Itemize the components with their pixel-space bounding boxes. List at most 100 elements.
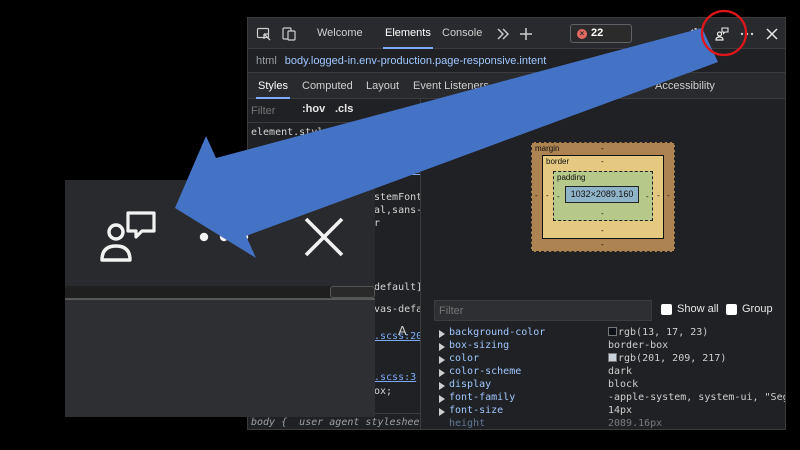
- subtab-styles[interactable]: Styles: [252, 73, 294, 99]
- error-badge[interactable]: × 22: [570, 24, 632, 43]
- subtab-accessibility[interactable]: Accessibility: [649, 73, 721, 99]
- inspect-icon[interactable]: [256, 26, 272, 42]
- subtab-event-listeners[interactable]: Event Listeners: [407, 73, 495, 99]
- property-name: box-sizing: [449, 340, 510, 351]
- box-model-content[interactable]: 1032×2089.160: [565, 186, 639, 203]
- property-name: display: [449, 379, 492, 390]
- expand-triangle-icon[interactable]: [439, 408, 445, 416]
- ua-selector: body {: [251, 417, 288, 428]
- show-all-label: Show all: [677, 303, 719, 315]
- breadcrumb-html[interactable]: html: [256, 55, 277, 67]
- subtab-properties[interactable]: Properties: [585, 73, 647, 99]
- expand-triangle-icon[interactable]: [439, 356, 445, 364]
- zoomed-subtab-area: [65, 298, 375, 417]
- feedback-icon[interactable]: [714, 26, 730, 42]
- zoomed-toolbar: [65, 180, 375, 285]
- feedback-icon[interactable]: [98, 210, 160, 262]
- color-swatch-icon[interactable]: [608, 327, 617, 336]
- tab-elements[interactable]: Elements: [377, 18, 439, 49]
- computed-property-row[interactable]: background-color rgb(13, 17, 23): [431, 327, 785, 340]
- expand-triangle-icon[interactable]: [439, 330, 445, 338]
- font-editor-icon[interactable]: A: [399, 147, 408, 162]
- property-value: block: [608, 379, 639, 390]
- rule-source-link[interactable]: .scss:3: [374, 372, 416, 383]
- property-value: rgb(13, 17, 23): [608, 327, 708, 338]
- settings-icon[interactable]: [688, 26, 704, 42]
- zoomed-scrollbar: [330, 286, 375, 298]
- computed-property-row[interactable]: font-family -apple-system, system-ui, "S…: [431, 392, 785, 405]
- expand-triangle-icon[interactable]: [439, 382, 445, 390]
- property-value: rgb(201, 209, 217): [608, 353, 726, 364]
- padding-left-value: -: [557, 192, 560, 201]
- property-name: font-size: [449, 405, 504, 416]
- tab-console[interactable]: Console: [434, 18, 490, 49]
- code-text: al,sans-: [374, 205, 421, 216]
- subtab-computed[interactable]: Computed: [296, 73, 359, 99]
- computed-property-row[interactable]: display block: [431, 379, 785, 392]
- border-top-value: -: [601, 157, 604, 166]
- hov-button[interactable]: :hov: [302, 103, 325, 115]
- error-count: 22: [591, 27, 604, 39]
- show-all-checkbox[interactable]: [661, 304, 672, 315]
- box-model-margin[interactable]: margin - - - - border - - - - padding - …: [531, 142, 675, 252]
- box-model-padding[interactable]: padding - - - 1032×2089.160: [553, 171, 653, 221]
- box-model-border[interactable]: border - - - - padding - - - 1032×2089.1…: [542, 155, 664, 239]
- color-swatch-icon[interactable]: [608, 353, 617, 362]
- zoomed-separator: [65, 286, 375, 298]
- styles-filter-row: :hov .cls: [248, 99, 420, 123]
- element-style-rule: element.style: [251, 127, 329, 138]
- ua-label: user agent stylesheet: [299, 417, 421, 428]
- margin-label: margin: [535, 144, 560, 153]
- cls-button[interactable]: .cls: [335, 103, 353, 115]
- tab-welcome[interactable]: Welcome: [309, 18, 371, 49]
- property-value: dark: [608, 366, 633, 377]
- more-options-icon[interactable]: [195, 230, 255, 244]
- subtab-layout[interactable]: Layout: [360, 73, 405, 99]
- computed-filter-input[interactable]: [434, 300, 652, 321]
- more-options-icon[interactable]: [739, 26, 755, 42]
- property-value: 2089.16px: [608, 418, 663, 429]
- property-name: background-color: [449, 327, 546, 338]
- add-tab-icon[interactable]: [518, 26, 534, 42]
- border-label: border: [546, 157, 570, 166]
- zoomed-divider: [65, 299, 375, 300]
- border-bottom-value: -: [601, 226, 604, 235]
- padding-right-value: -: [646, 192, 649, 201]
- code-text: stemFont: [374, 192, 421, 203]
- computed-property-row[interactable]: color rgb(201, 209, 217): [431, 353, 785, 366]
- computed-property-row[interactable]: font-size 14px: [431, 405, 785, 418]
- zoomed-toolbar-inset: [65, 180, 375, 417]
- margin-bottom-value: -: [601, 240, 604, 249]
- expand-triangle-icon[interactable]: [439, 395, 445, 403]
- more-tabs-icon[interactable]: [495, 26, 511, 42]
- styles-filter-input[interactable]: [251, 102, 289, 120]
- close-icon[interactable]: [764, 26, 780, 42]
- padding-bottom-value: -: [601, 209, 604, 218]
- padding-label: padding: [557, 173, 586, 182]
- computed-property-row[interactable]: color-scheme dark: [431, 366, 785, 379]
- device-emulation-icon[interactable]: [281, 26, 297, 42]
- dom-breadcrumb: html body.logged-in.env-production.page-r…: [248, 49, 785, 73]
- margin-right-value: -: [667, 191, 670, 200]
- property-name: color: [449, 353, 480, 364]
- property-name: height: [449, 418, 486, 429]
- group-checkbox[interactable]: [726, 304, 737, 315]
- expand-triangle-icon[interactable]: [439, 369, 445, 377]
- border-left-value: -: [546, 191, 549, 200]
- code-text: ox;: [374, 386, 393, 397]
- computed-property-row[interactable]: box-sizing border-box: [431, 340, 785, 353]
- element-style-selector[interactable]: element.style: [251, 127, 329, 138]
- close-icon[interactable]: [303, 216, 345, 258]
- expand-triangle-icon[interactable]: [439, 343, 445, 351]
- rule-source-link[interactable]: .scss:20: [374, 331, 420, 342]
- rule-source-link[interactable]: base.scss:16: [348, 165, 420, 176]
- computed-property-row[interactable]: height 2089.16px: [431, 418, 785, 429]
- property-value: border-box: [608, 340, 669, 351]
- devtools-tab-bar: Welcome Elements Console × 22: [248, 18, 785, 49]
- error-icon: ×: [577, 29, 587, 39]
- breadcrumb-body[interactable]: body.logged-in.env-production.page-respo…: [285, 55, 547, 67]
- computed-properties-list: background-color rgb(13, 17, 23) box-siz…: [431, 327, 785, 429]
- code-text: vas-defa: [374, 304, 421, 315]
- box-model-diagram: margin - - - - border - - - - padding - …: [431, 99, 785, 296]
- margin-left-value: -: [535, 191, 538, 200]
